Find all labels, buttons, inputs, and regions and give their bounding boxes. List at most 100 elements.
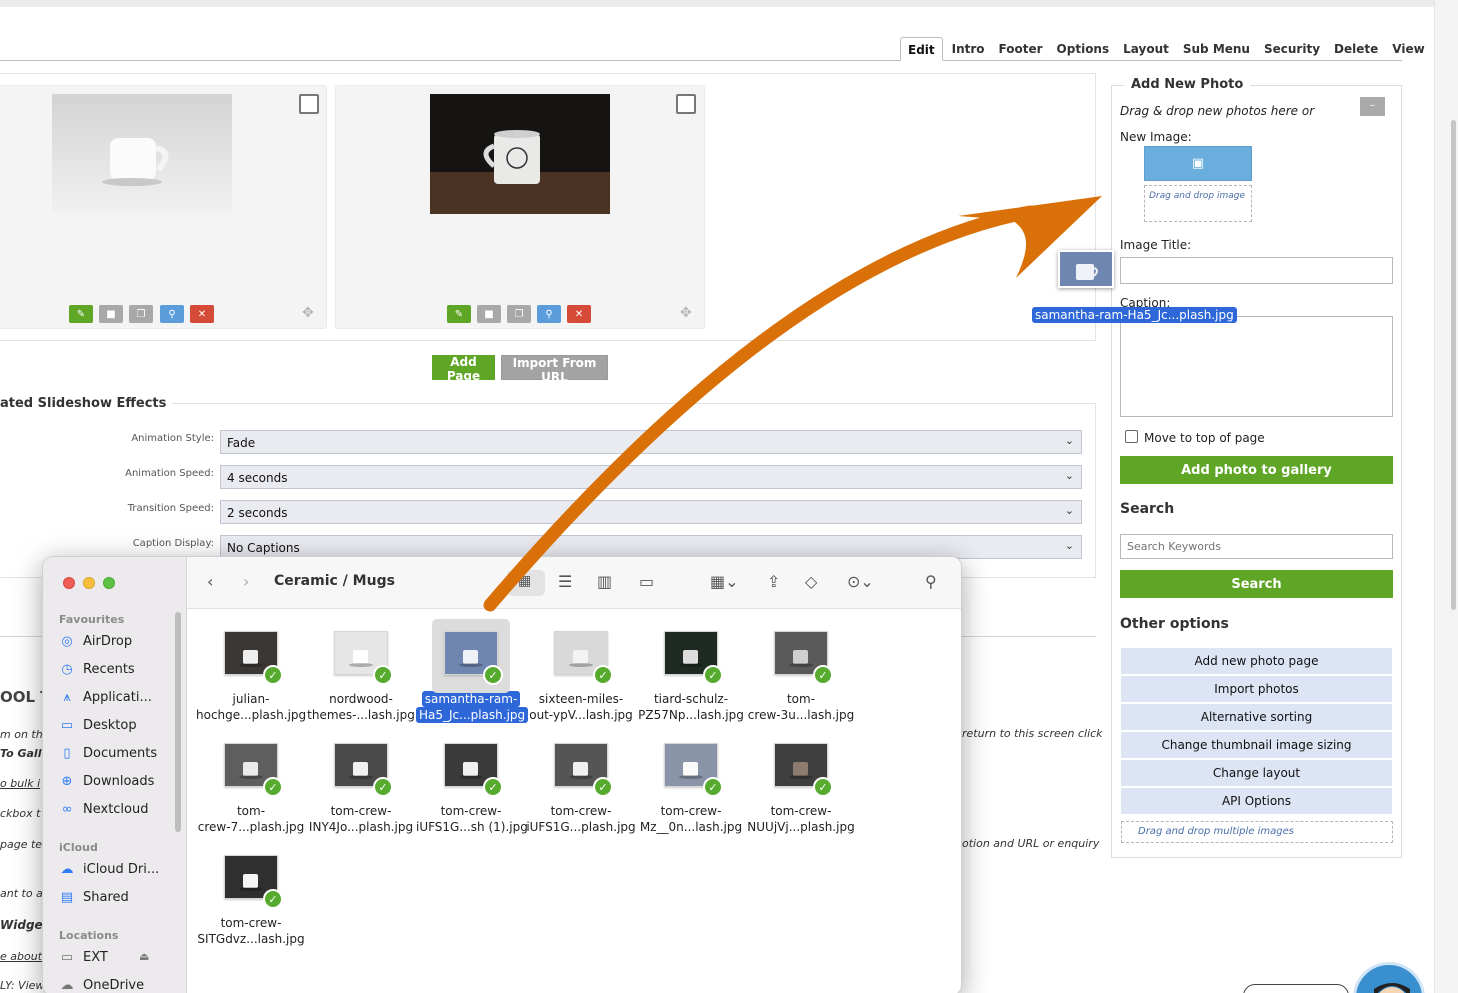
hide-photo-button[interactable]: ■: [99, 305, 123, 323]
tab-sub-menu[interactable]: Sub Menu: [1176, 37, 1257, 61]
forward-icon[interactable]: ›: [243, 572, 249, 591]
search-button[interactable]: Search: [1120, 570, 1393, 598]
tab-security[interactable]: Security: [1257, 37, 1327, 61]
copy-photo-button[interactable]: ❐: [129, 305, 153, 323]
chevron-down-icon: ⌄: [1064, 469, 1074, 482]
column-view-icon[interactable]: ▥: [597, 572, 612, 591]
add-photo-to-gallery-button[interactable]: Add photo to gallery: [1120, 456, 1393, 484]
file-item[interactable]: ✓ tom-crew-iUFS1G...sh (1).jpg: [416, 743, 528, 835]
file-item[interactable]: ✓ tiard-schulz- PZ57Np...lash.jpg: [636, 631, 746, 723]
api-options-option[interactable]: API Options: [1121, 788, 1392, 814]
share-icon[interactable]: ⇪: [767, 572, 780, 591]
animation-style-select[interactable]: Fade ⌄: [220, 430, 1082, 454]
image-upload-button[interactable]: ▣: [1144, 146, 1252, 181]
tab-layout[interactable]: Layout: [1116, 37, 1176, 61]
grid-icon: ▦: [518, 573, 532, 589]
file-item[interactable]: ✓ nordwood-themes-...lash.jpg: [306, 631, 416, 723]
file-item[interactable]: ✓ julian-hochge...plash.jpg: [196, 631, 306, 723]
chat-pill[interactable]: [1243, 984, 1349, 993]
bg-link-partial[interactable]: o bulk i: [0, 777, 40, 790]
minimize-window-button[interactable]: [83, 577, 95, 589]
drop-image-zone[interactable]: Drag and drop image: [1144, 185, 1252, 222]
hide-photo-button[interactable]: ■: [477, 305, 501, 323]
file-name: tom-crew- SITGdvz...lash.jpg: [196, 915, 306, 947]
tab-footer[interactable]: Footer: [992, 37, 1050, 61]
file-item[interactable]: ✓ tom-crew- Mz__0n...lash.jpg: [636, 743, 746, 835]
change-thumbnail-sizing-option[interactable]: Change thumbnail image sizing: [1121, 732, 1392, 758]
search-keywords-input[interactable]: [1120, 534, 1393, 559]
move-handle-icon[interactable]: ✥: [680, 305, 692, 321]
move-handle-icon[interactable]: ✥: [302, 305, 314, 321]
sidebar-item-onedrive[interactable]: ☁ OneDrive: [59, 978, 145, 993]
photo-thumbnail-dark-mug[interactable]: [430, 94, 610, 214]
sidebar-item-icloud-drive[interactable]: ☁ iCloud Dri...: [59, 862, 160, 877]
group-by-icon[interactable]: ▦⌄: [710, 572, 739, 591]
collapse-button[interactable]: –: [1360, 97, 1385, 116]
gallery-view-icon[interactable]: ▭: [639, 572, 654, 591]
zoom-photo-button[interactable]: ⚲: [537, 305, 561, 323]
caption-textarea[interactable]: [1120, 316, 1393, 417]
tab-view[interactable]: View: [1385, 37, 1431, 61]
photo-select-checkbox[interactable]: [676, 94, 696, 114]
import-from-url-button[interactable]: Import From URL: [501, 355, 608, 384]
add-page-button[interactable]: Add Page: [432, 355, 495, 383]
sidebar-item-shared[interactable]: ▤ Shared: [59, 890, 129, 905]
file-item[interactable]: ✓ tom-crew-7...plash.jpg: [196, 743, 306, 835]
eject-icon[interactable]: ⏏: [139, 950, 149, 963]
add-new-photo-page-option[interactable]: Add new photo page: [1121, 648, 1392, 674]
icon-view-button[interactable]: ▦: [507, 570, 545, 596]
sidebar-item-documents[interactable]: ▯ Documents: [59, 746, 157, 761]
file-name-line: INY4Jo...plash.jpg: [308, 820, 414, 834]
bg-link-partial[interactable]: e about: [0, 950, 42, 963]
sidebar-item-recents[interactable]: ◷ Recents: [59, 662, 134, 677]
back-icon[interactable]: ‹: [207, 572, 213, 591]
animation-speed-select[interactable]: 4 seconds ⌄: [220, 465, 1082, 489]
transition-speed-value: 2 seconds: [227, 506, 288, 520]
change-layout-option[interactable]: Change layout: [1121, 760, 1392, 786]
page-scrollbar-thumb[interactable]: [1451, 120, 1456, 610]
more-actions-icon[interactable]: ⊙⌄: [847, 572, 874, 591]
file-item[interactable]: ✓ tom-crew-3u...lash.jpg: [746, 631, 856, 723]
tab-edit[interactable]: Edit: [900, 37, 943, 61]
sidebar-item-ext[interactable]: ▭ EXT: [59, 950, 108, 965]
file-item[interactable]: ✓ sixteen-miles-out-ypV...lash.jpg: [526, 631, 636, 723]
sidebar-item-nextcloud[interactable]: ∞ Nextcloud: [59, 802, 149, 817]
tab-delete[interactable]: Delete: [1327, 37, 1385, 61]
synced-check-icon: ✓: [483, 665, 503, 685]
avatar[interactable]: [1353, 962, 1425, 993]
copy-photo-button[interactable]: ❐: [507, 305, 531, 323]
tab-intro[interactable]: Intro: [945, 37, 992, 61]
file-item[interactable]: ✓ tom-crew- SITGdvz...lash.jpg: [196, 855, 306, 947]
finder-window[interactable]: Favourites ◎ AirDrop ◷ Recents ⩚ Applicati.…: [42, 556, 962, 993]
delete-photo-button[interactable]: ✕: [190, 305, 214, 323]
sidebar-item-downloads[interactable]: ⊕ Downloads: [59, 774, 155, 789]
photo-select-checkbox[interactable]: [299, 94, 319, 114]
edit-photo-button[interactable]: ✎: [69, 305, 93, 323]
tab-options[interactable]: Options: [1050, 37, 1117, 61]
file-item[interactable]: ✓ tom-crew-iUFS1G...plash.jpg: [526, 743, 636, 835]
image-title-input[interactable]: [1120, 257, 1393, 284]
photo-thumbnail-white-mug[interactable]: [52, 94, 232, 214]
file-item[interactable]: ✓ tom-crew- INY4Jo...plash.jpg: [306, 743, 416, 835]
move-to-top-checkbox[interactable]: [1125, 430, 1138, 443]
import-photos-option[interactable]: Import photos: [1121, 676, 1392, 702]
file-item[interactable]: ✓ tom-crew- NUUjVj...plash.jpg: [746, 743, 856, 835]
caption-display-label: Caption Display:: [132, 538, 214, 549]
sidebar-scrollbar[interactable]: [175, 612, 181, 832]
close-window-button[interactable]: [63, 577, 75, 589]
list-view-icon[interactable]: ☰: [558, 572, 572, 591]
alternative-sorting-option[interactable]: Alternative sorting: [1121, 704, 1392, 730]
tag-icon[interactable]: ◇: [805, 572, 817, 591]
synced-check-icon: ✓: [263, 777, 283, 797]
zoom-window-button[interactable]: [103, 577, 115, 589]
edit-photo-button[interactable]: ✎: [447, 305, 471, 323]
sidebar-item-applications[interactable]: ⩚ Applicati...: [59, 690, 152, 705]
sidebar-item-desktop[interactable]: ▭ Desktop: [59, 718, 137, 733]
sidebar-item-airdrop[interactable]: ◎ AirDrop: [59, 634, 132, 649]
transition-speed-select[interactable]: 2 seconds ⌄: [220, 500, 1082, 524]
zoom-photo-button[interactable]: ⚲: [160, 305, 184, 323]
search-icon[interactable]: ⚲: [925, 572, 937, 591]
file-item[interactable]: ✓ samantha-ram-Ha5_Jc...plash.jpg: [416, 619, 529, 723]
delete-photo-button[interactable]: ✕: [567, 305, 591, 323]
drop-multiple-zone[interactable]: Drag and drop multiple images: [1121, 821, 1393, 843]
